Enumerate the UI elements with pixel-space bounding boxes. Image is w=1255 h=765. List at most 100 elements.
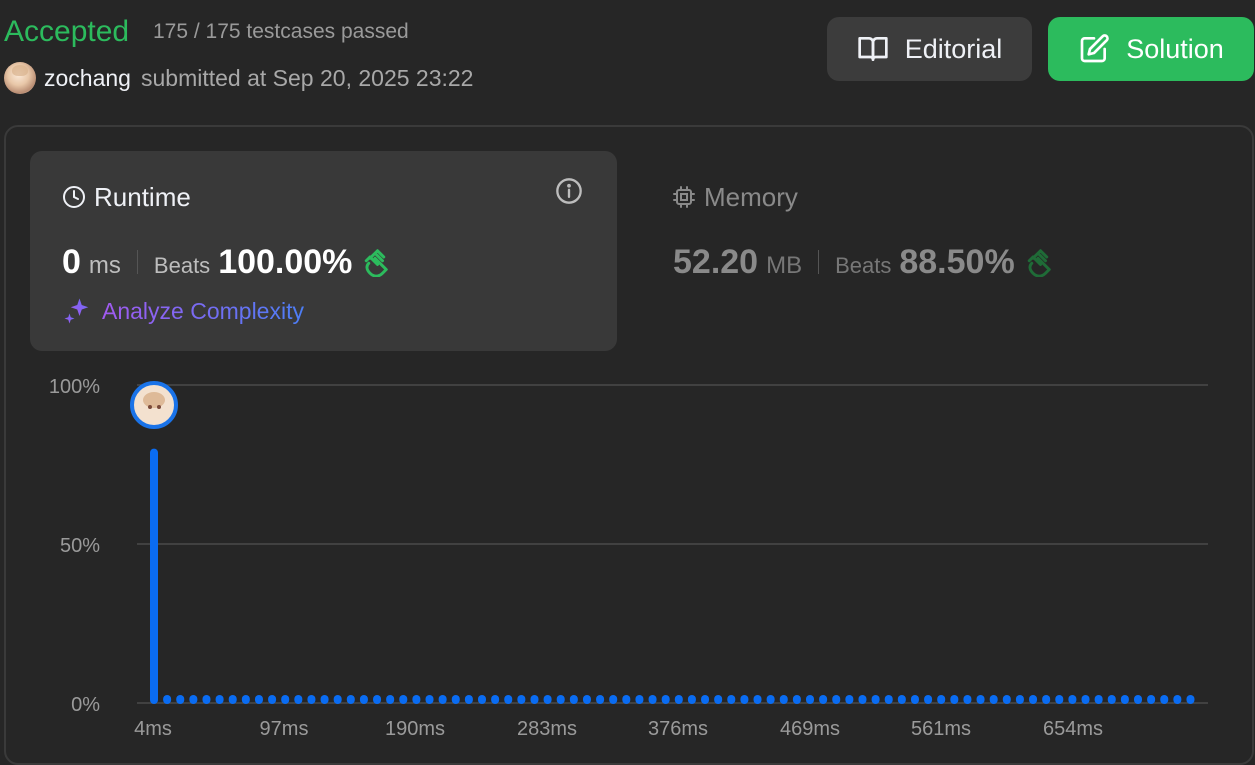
chart-bar[interactable] — [464, 695, 473, 704]
username-link[interactable]: zochang — [44, 65, 131, 91]
chart-bar[interactable] — [373, 695, 382, 704]
chart-bar[interactable] — [189, 695, 198, 704]
submission-header: Accepted 175 / 175 testcases passed zoch… — [0, 0, 1255, 110]
chart-bar[interactable] — [556, 695, 565, 704]
chart-bar[interactable] — [845, 695, 854, 704]
runtime-unit: ms — [88, 252, 121, 279]
chart-bar[interactable] — [346, 695, 355, 704]
runtime-title-label: Runtime — [94, 182, 191, 212]
chart-bar[interactable] — [1029, 695, 1038, 704]
chart-bar[interactable] — [150, 448, 158, 704]
chart-bar[interactable] — [596, 695, 605, 704]
chart-bar[interactable] — [228, 695, 237, 704]
chart-bar[interactable] — [1186, 695, 1195, 704]
chart-bar[interactable] — [714, 695, 723, 704]
chart-bar[interactable] — [910, 695, 919, 704]
chart-bar[interactable] — [1173, 695, 1182, 704]
chart-bar[interactable] — [1134, 695, 1142, 704]
chart-bar[interactable] — [871, 695, 880, 704]
chart-bar[interactable] — [1107, 695, 1116, 704]
chart-bar[interactable] — [727, 695, 736, 704]
chart-bar[interactable] — [976, 695, 985, 704]
chart-bar[interactable] — [1068, 695, 1077, 704]
chart-bar[interactable] — [753, 695, 762, 704]
chart-bar[interactable] — [674, 695, 683, 704]
chart-bar[interactable] — [254, 695, 263, 704]
chart-bar[interactable] — [268, 695, 277, 704]
chart-bar[interactable] — [320, 695, 329, 704]
memory-unit: MB — [766, 252, 803, 279]
info-icon[interactable] — [555, 177, 583, 205]
chart-bar[interactable] — [832, 695, 841, 704]
chart-bar[interactable] — [740, 695, 749, 704]
chart-bar[interactable] — [333, 695, 342, 704]
chart-bar[interactable] — [924, 695, 933, 704]
chart-bar[interactable] — [806, 695, 814, 704]
chart-bar[interactable] — [478, 695, 486, 704]
chart-bar[interactable] — [281, 695, 290, 704]
chart-bar[interactable] — [582, 695, 591, 704]
chart-bar[interactable] — [950, 695, 959, 704]
chart-bar[interactable] — [1042, 695, 1051, 704]
chart-bar[interactable] — [1002, 695, 1011, 704]
testcases-passed: 175 / 175 testcases passed — [153, 20, 409, 43]
chart-bar[interactable] — [1015, 695, 1024, 704]
chart-bar[interactable] — [1081, 695, 1090, 704]
chart-bar[interactable] — [176, 695, 185, 704]
chart-bar[interactable] — [1094, 695, 1103, 704]
chart-bar[interactable] — [701, 695, 710, 704]
chart-bar[interactable] — [1147, 695, 1156, 704]
chart-bar[interactable] — [425, 695, 434, 704]
divider — [136, 250, 138, 274]
chart-bar[interactable] — [989, 695, 998, 704]
chart-bar[interactable] — [569, 695, 578, 704]
chart-bar[interactable] — [241, 695, 250, 704]
editorial-button[interactable]: Editorial — [827, 17, 1032, 81]
chart-bar[interactable] — [504, 695, 513, 704]
analyze-complexity-link[interactable]: Analyze Complexity — [62, 296, 304, 326]
chart-bar[interactable] — [937, 695, 946, 704]
chart-bar[interactable] — [1120, 695, 1129, 704]
chart-bar[interactable] — [202, 695, 211, 704]
chart-bar[interactable] — [438, 695, 447, 704]
chart-bar[interactable] — [386, 695, 395, 704]
chart-bar[interactable] — [661, 695, 670, 704]
chart-bar[interactable] — [307, 695, 316, 704]
chart-bar[interactable] — [294, 695, 303, 704]
chart-bar[interactable] — [359, 695, 368, 704]
chart-bar[interactable] — [543, 695, 552, 704]
avatar-eye — [148, 405, 152, 409]
chart-bar[interactable] — [215, 695, 224, 704]
chart-bar[interactable] — [963, 695, 972, 704]
chart-bar[interactable] — [858, 695, 867, 704]
user-avatar[interactable] — [4, 62, 36, 94]
chart-bar[interactable] — [687, 695, 696, 704]
chart-bar[interactable] — [491, 695, 500, 704]
chart-bar[interactable] — [897, 695, 906, 704]
chart-bar[interactable] — [792, 695, 801, 704]
chart-bar[interactable] — [766, 695, 775, 704]
chart-bar[interactable] — [884, 695, 893, 704]
runtime-distribution-chart[interactable]: 100% 50% 0% 4ms 97ms 190ms 283ms 376ms 469ms 561m… — [0, 360, 1255, 737]
cpu-chip-icon — [673, 186, 695, 208]
chart-bar[interactable] — [779, 695, 788, 704]
x-tick-label: 654ms — [1043, 718, 1103, 737]
chart-bar[interactable] — [530, 695, 539, 704]
chart-bar[interactable] — [399, 695, 408, 704]
memory-title[interactable]: Memory — [672, 182, 798, 212]
chart-bar[interactable] — [1055, 695, 1064, 704]
chart-bar[interactable] — [635, 695, 644, 704]
chart-bar[interactable] — [517, 695, 526, 704]
solution-button[interactable]: Solution — [1048, 17, 1254, 81]
chart-bar[interactable] — [451, 695, 460, 704]
runtime-beats-label: Beats — [153, 253, 211, 278]
chart-bar[interactable] — [609, 695, 618, 704]
memory-value: 52.20 — [673, 243, 759, 281]
chart-bar[interactable] — [622, 695, 631, 704]
chart-bar[interactable] — [163, 695, 172, 704]
chart-bar[interactable] — [412, 695, 421, 704]
chart-bar[interactable] — [1160, 695, 1169, 704]
submitted-time: submitted at Sep 20, 2025 23:22 — [141, 65, 474, 91]
chart-bar[interactable] — [648, 695, 657, 704]
chart-bar[interactable] — [819, 695, 828, 704]
